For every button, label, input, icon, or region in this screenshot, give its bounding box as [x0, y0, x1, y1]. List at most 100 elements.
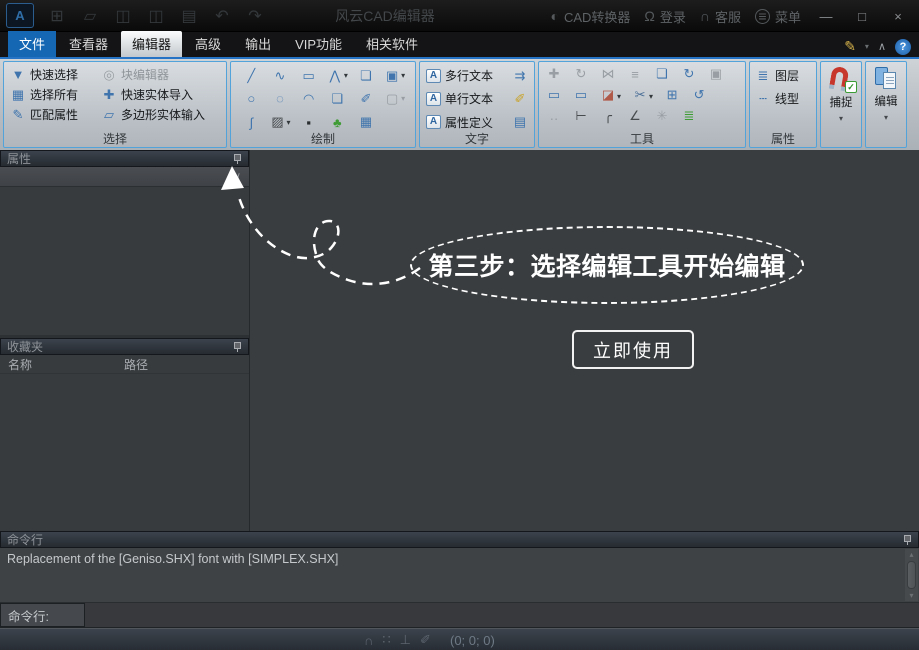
- open-file-icon[interactable]: ▱: [80, 6, 100, 26]
- draw-wipeout-button[interactable]: ▢▾: [384, 91, 405, 107]
- draw-point-icon[interactable]: ▪: [301, 115, 317, 130]
- favorites-path-column[interactable]: 路径: [120, 356, 249, 373]
- mtext-icon[interactable]: A: [426, 69, 441, 83]
- scroll-up-icon[interactable]: ▴: [909, 549, 913, 560]
- group-label-select: 选择: [4, 132, 226, 147]
- erase-button[interactable]: ◪▾: [600, 86, 621, 104]
- break-button[interactable]: ✂▾: [632, 86, 653, 104]
- quick-edit-caret-icon[interactable]: ▾: [865, 42, 869, 51]
- draw-line-icon[interactable]: ╱: [243, 68, 259, 84]
- draw-construction-line-icon[interactable]: ✐: [358, 91, 374, 107]
- edit-button[interactable]: 编辑 ▾: [865, 61, 907, 148]
- array-icon[interactable]: ⊞: [664, 87, 680, 103]
- quick-select-button[interactable]: ▼ 快速选择: [10, 66, 93, 83]
- collapse-ribbon-icon[interactable]: ∧: [878, 40, 886, 53]
- polygon-entity-input-button[interactable]: ▱ 多边形实体输入: [101, 106, 220, 123]
- rotate-reference-icon[interactable]: ↻: [681, 66, 697, 82]
- mtext-button[interactable]: 多行文本: [441, 67, 512, 84]
- draw-donut-icon[interactable]: ◌: [272, 91, 288, 106]
- polar-toggle-icon[interactable]: ✐: [420, 632, 431, 648]
- pin-icon[interactable]: [233, 342, 242, 352]
- offset-icon[interactable]: ▣: [708, 66, 724, 82]
- draw-rectangle-icon[interactable]: ▭: [301, 68, 317, 84]
- copy-icon[interactable]: ❏: [654, 66, 670, 82]
- tab-editor[interactable]: 编辑器: [121, 31, 182, 57]
- ortho-toggle-icon[interactable]: ⊥: [400, 632, 411, 648]
- scrollbar-thumb[interactable]: [907, 561, 916, 589]
- match-properties-button[interactable]: ✎ 匹配属性: [10, 106, 93, 123]
- close-button[interactable]: ×: [887, 9, 909, 24]
- insert-wblock-icon[interactable]: ▭: [573, 87, 589, 103]
- dropdown-caret-icon: ▾: [401, 94, 405, 103]
- snap-button[interactable]: ✓ 捕捉 ▾: [820, 61, 862, 148]
- support-button[interactable]: ∩ 客服: [700, 7, 741, 26]
- tab-file[interactable]: 文件: [8, 31, 56, 57]
- paste-block-icon[interactable]: ▭: [546, 87, 562, 103]
- tab-advanced[interactable]: 高级: [184, 31, 232, 57]
- move-icon[interactable]: ✚: [546, 66, 562, 82]
- tab-vip[interactable]: VIP功能: [284, 31, 353, 57]
- draw-spline-pen-icon[interactable]: ∿: [272, 68, 288, 84]
- favorites-name-column[interactable]: 名称: [0, 356, 120, 373]
- fillet-icon[interactable]: ╭: [600, 108, 616, 124]
- draw-hatch-button[interactable]: ▨▾: [269, 114, 290, 130]
- attribute-define-icon[interactable]: A: [426, 115, 441, 129]
- draw-copy-block-icon[interactable]: ❏: [329, 91, 345, 107]
- block-editor-button[interactable]: ◎ 块编辑器: [101, 66, 220, 83]
- add-layer-icon[interactable]: ≣: [681, 108, 697, 124]
- text-scale-icon[interactable]: ⇉: [512, 68, 528, 84]
- draw-polyline-button[interactable]: ⋀▾: [327, 68, 348, 84]
- grid-toggle-icon[interactable]: ∷: [382, 632, 390, 648]
- save-icon[interactable]: ◫: [113, 6, 133, 26]
- draw-spline-icon[interactable]: ∫: [243, 115, 259, 130]
- point-style-icon[interactable]: ‥: [546, 108, 562, 124]
- favorites-column-headers: 名称 路径: [0, 355, 249, 374]
- stretch-icon[interactable]: ⊢: [573, 108, 589, 124]
- undo-icon[interactable]: ↶: [212, 6, 232, 26]
- linetype-button[interactable]: ┄ 线型: [755, 90, 811, 107]
- select-all-button[interactable]: ▦ 选择所有: [10, 86, 93, 103]
- tab-viewer[interactable]: 查看器: [58, 31, 119, 57]
- save-as-icon[interactable]: ◫: [146, 6, 166, 26]
- rotate-icon[interactable]: ↻: [573, 66, 589, 82]
- layers-button[interactable]: ≣ 图层: [755, 67, 811, 84]
- scroll-down-icon[interactable]: ▾: [909, 590, 913, 601]
- single-text-icon[interactable]: A: [426, 92, 441, 106]
- attribute-define-button[interactable]: 属性定义: [441, 114, 512, 131]
- chamfer-icon[interactable]: ∠: [627, 108, 643, 124]
- draw-table-icon[interactable]: ▦: [358, 114, 374, 130]
- command-input[interactable]: [85, 603, 919, 627]
- draw-insert-block-icon[interactable]: ❏: [358, 68, 374, 84]
- edit-attribute-icon[interactable]: ▤: [512, 114, 528, 130]
- quick-entity-import-button[interactable]: ✚ 快速实体导入: [101, 86, 220, 103]
- login-button[interactable]: Ω 登录: [644, 7, 685, 26]
- mirror-icon[interactable]: ⋈: [600, 66, 616, 82]
- help-button[interactable]: ?: [895, 39, 911, 55]
- properties-list-icon[interactable]: ≡: [627, 67, 643, 82]
- rotate-copy-icon[interactable]: ↺: [691, 87, 707, 103]
- cad-converter-button[interactable]: ◐ CAD转换器: [551, 7, 631, 26]
- explode-icon[interactable]: ✳: [654, 108, 670, 124]
- pin-icon[interactable]: [233, 154, 242, 164]
- use-now-button[interactable]: 立即使用: [572, 330, 694, 369]
- quick-edit-icon[interactable]: ✎: [844, 38, 856, 55]
- draw-region-button[interactable]: ▣▾: [384, 68, 405, 84]
- properties-selector-dropdown[interactable]: ∨: [0, 167, 249, 187]
- draw-circle-icon[interactable]: ○: [243, 91, 259, 106]
- maximize-button[interactable]: □: [851, 9, 873, 24]
- draw-arc-icon[interactable]: ◠: [301, 91, 317, 107]
- single-text-button[interactable]: 单行文本: [441, 90, 512, 107]
- new-file-icon[interactable]: ⊞: [47, 6, 67, 26]
- minimize-button[interactable]: —: [815, 9, 837, 24]
- tab-output[interactable]: 输出: [234, 31, 282, 57]
- tab-related[interactable]: 相关软件: [355, 31, 429, 57]
- redo-icon[interactable]: ↷: [245, 6, 265, 26]
- history-scrollbar[interactable]: ▴ ▾: [905, 549, 918, 601]
- print-icon[interactable]: ▤: [179, 6, 199, 26]
- snap-toggle-icon[interactable]: ∩: [364, 633, 373, 648]
- menu-button[interactable]: ≡ 菜单: [755, 7, 801, 26]
- drawing-canvas[interactable]: 第三步：选择编辑工具开始编辑 立即使用: [250, 150, 919, 531]
- text-style-icon[interactable]: ✐: [512, 91, 528, 107]
- draw-image-icon[interactable]: ♣: [329, 115, 345, 130]
- pin-icon[interactable]: [903, 535, 912, 545]
